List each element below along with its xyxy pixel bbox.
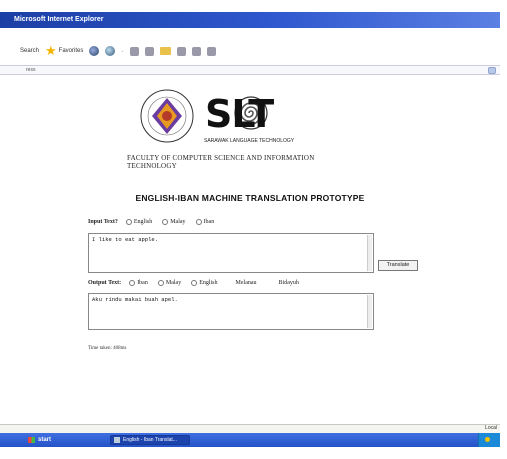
security-zone: Local [485, 425, 497, 431]
output-scrollbar[interactable] [367, 295, 372, 328]
radio-icon [125, 219, 132, 225]
taskbar: start English - Iban Translat... [0, 433, 500, 447]
edit-icon[interactable] [177, 46, 187, 56]
output-radio-english[interactable]: English [191, 280, 218, 286]
output-option-melanau: Melanau [235, 280, 257, 286]
output-option-bidayuh: Bidayuh [278, 280, 299, 286]
logo-subtitle: SARAWAK LANGUAGE TECHNOLOGY [204, 138, 295, 144]
radio-icon [129, 280, 136, 286]
search-button[interactable]: Search [20, 48, 39, 54]
favorites-button[interactable]: ★ Favorites [45, 43, 84, 58]
star-icon: ★ [45, 43, 57, 58]
system-tray [478, 433, 500, 447]
radio-icon [191, 280, 198, 286]
radio-icon [162, 219, 169, 225]
address-label: ress [26, 67, 36, 73]
print-icon[interactable] [145, 46, 155, 56]
time-taken: Time taken: 408ms [88, 346, 127, 351]
input-scrollbar[interactable] [367, 235, 372, 271]
status-bar: Local [0, 424, 500, 433]
salt-wordmark: SLT [205, 92, 274, 136]
page-title: ENGLISH-IBAN MACHINE TRANSLATION PROTOTY… [135, 193, 365, 203]
toolbar-separator: · [121, 46, 125, 56]
search-label: Search [20, 48, 40, 54]
logo: SLT SARAWAK LANGUAGE TECHNOLOGY FACULTY … [127, 88, 357, 170]
messenger-icon[interactable] [207, 46, 217, 56]
input-radio-malay[interactable]: Malay [162, 219, 186, 225]
window-title: Microsoft Internet Explorer [14, 16, 104, 23]
taskbar-window-button[interactable]: English - Iban Translat... [110, 435, 190, 445]
translate-button[interactable]: Translate [378, 260, 418, 271]
discuss-icon[interactable] [192, 46, 202, 56]
start-button[interactable]: start [0, 433, 80, 447]
input-radio-iban[interactable]: Iban [195, 219, 214, 225]
output-label: Output Text: [88, 280, 122, 286]
output-text-value: Aku rindu makai buah apel. [92, 296, 178, 303]
history-icon[interactable] [105, 46, 116, 56]
translation-form: Input Text? English Malay Iban I like to… [88, 213, 428, 373]
output-radio-malay[interactable]: Malay [157, 280, 181, 286]
folder-icon[interactable] [160, 47, 172, 55]
input-text-value: I like to eat apple. [92, 236, 159, 243]
window-title-bar: Microsoft Internet Explorer [0, 12, 500, 28]
mail-icon[interactable] [130, 46, 140, 56]
radio-icon [195, 219, 202, 225]
windows-logo-icon [28, 437, 35, 443]
output-language-row: Output Text: Iban Malay English Melanau … [88, 280, 299, 286]
university-seal-icon [140, 89, 194, 143]
input-radio-english[interactable]: English [125, 219, 152, 225]
radio-icon [157, 280, 164, 286]
media-icon[interactable] [89, 46, 100, 56]
faculty-name: FACULTY OF COMPUTER SCIENCE AND INFORMAT… [127, 154, 315, 170]
input-label: Input Text? [88, 219, 118, 225]
ie-icon [114, 437, 120, 443]
go-icon[interactable] [488, 67, 496, 74]
output-radio-iban[interactable]: Iban [129, 280, 148, 286]
input-language-row: Input Text? English Malay Iban [88, 219, 224, 225]
output-text-area[interactable]: Aku rindu makai buah apel. [88, 293, 374, 330]
favorites-label: Favorites [58, 48, 84, 54]
tray-icon[interactable] [485, 437, 490, 442]
browser-toolbar: Search ★ Favorites · [0, 40, 500, 62]
input-text-area[interactable]: I like to eat apple. [88, 233, 374, 273]
address-bar[interactable]: ress [0, 65, 500, 75]
